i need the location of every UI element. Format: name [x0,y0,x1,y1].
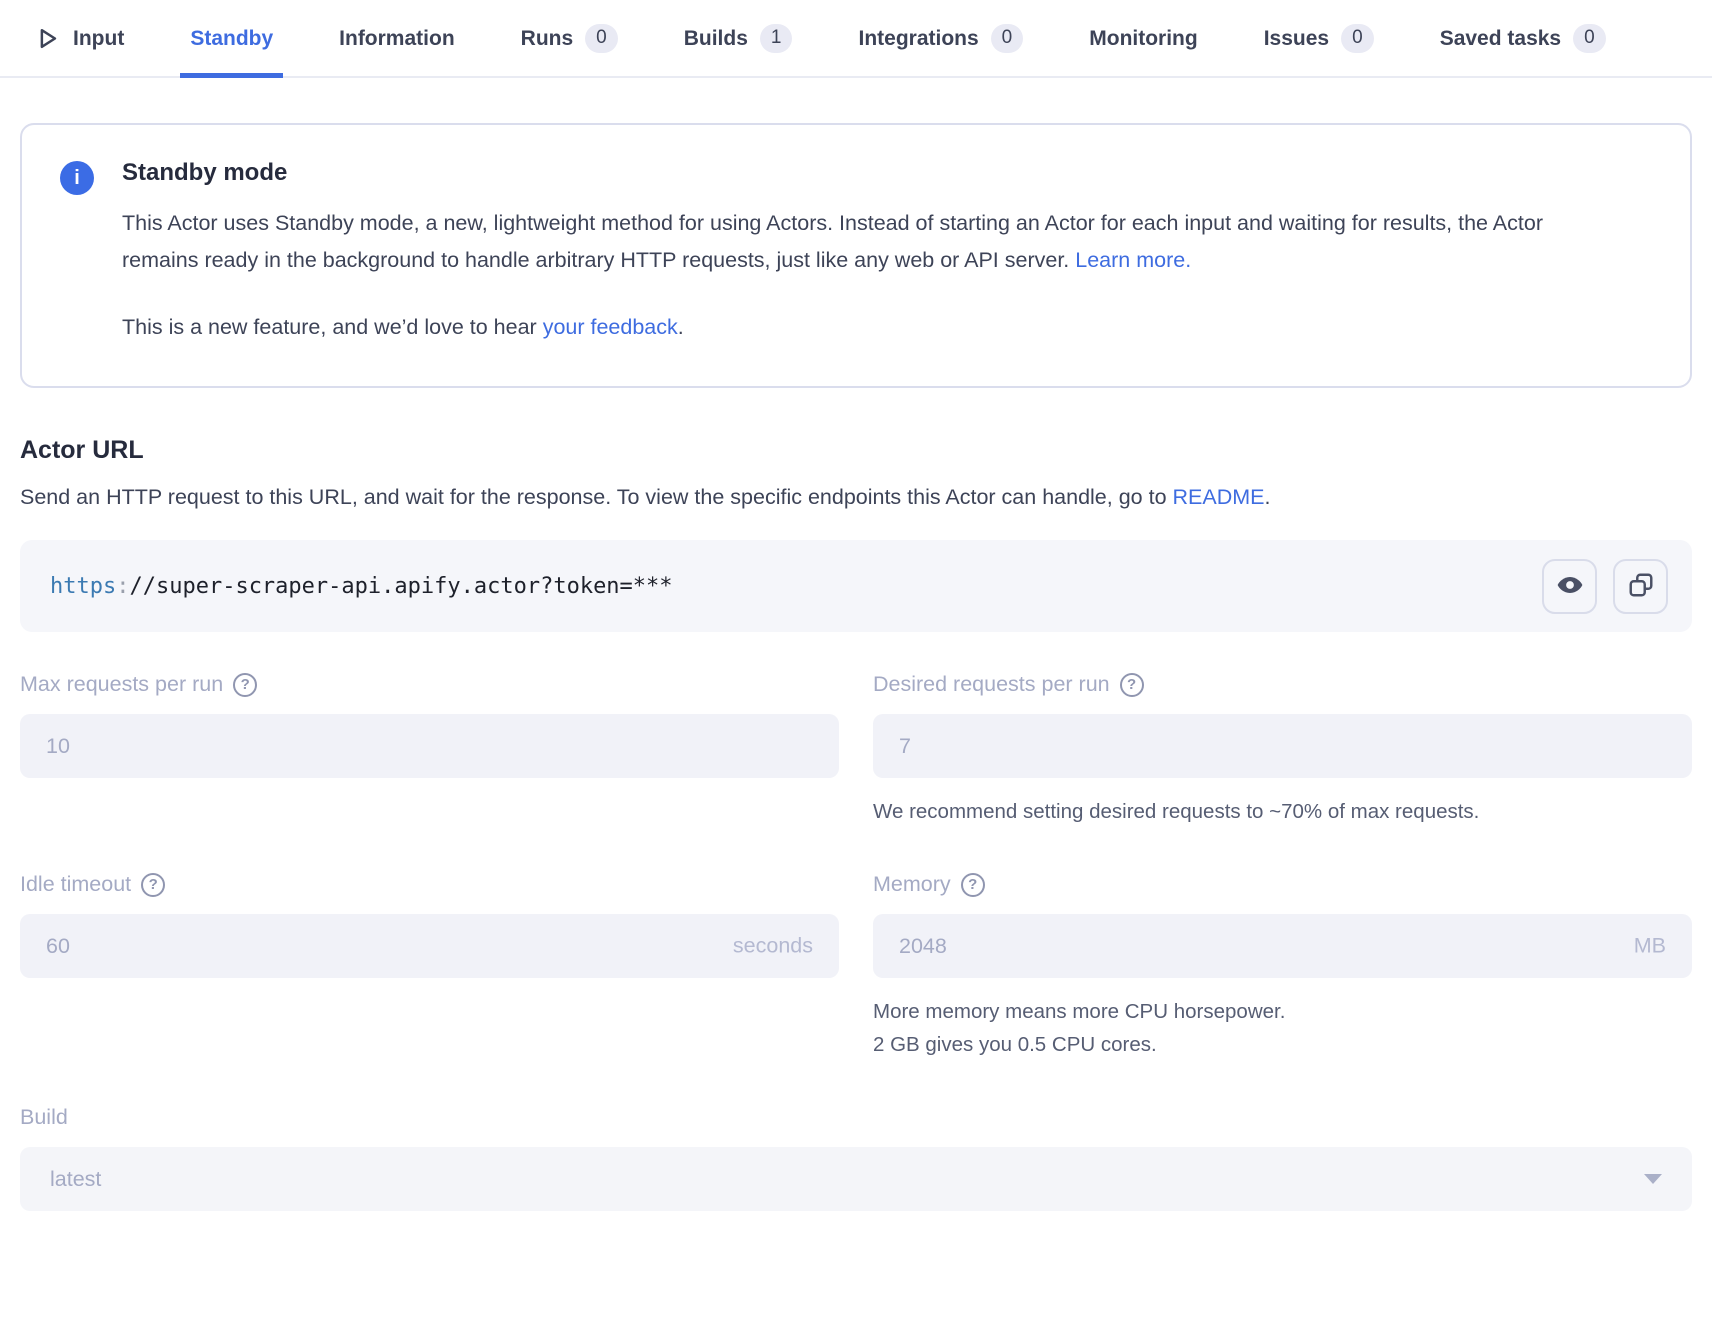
actor-url-description-text: Send an HTTP request to this URL, and wa… [20,485,1167,509]
tab-label: Saved tasks [1440,27,1561,51]
notice-paragraph-1: This Actor uses Standby mode, a new, lig… [122,205,1602,279]
tab-issues[interactable]: Issues 0 [1254,0,1384,78]
tab-integrations[interactable]: Integrations 0 [848,0,1033,78]
url-colon: : [116,574,129,599]
chevron-down-icon [1644,1174,1662,1184]
tab-label: Monitoring [1089,27,1197,51]
actor-url-value: https://super-scraper-api.apify.actor?to… [50,574,673,599]
actor-url-section: Actor URL Send an HTTP request to this U… [20,436,1692,632]
tab-label: Builds [684,27,748,51]
memory-field-group: Memory ? MB More memory means more CPU h… [873,872,1692,1061]
desired-requests-help: We recommend setting desired requests to… [873,795,1692,828]
memory-input[interactable] [873,914,1692,978]
memory-help-line-2: 2 GB gives you 0.5 CPU cores. [873,1028,1692,1061]
build-selected-value: latest [50,1167,101,1192]
tab-runs[interactable]: Runs 0 [511,0,628,78]
copy-icon [1627,571,1655,602]
memory-help-line-1: More memory means more CPU horsepower. [873,995,1692,1028]
notice-body-text: This Actor uses Standby mode, a new, lig… [122,211,1543,272]
tab-input[interactable]: Input [24,0,134,78]
max-requests-field-group: Max requests per run ? [20,672,839,828]
copy-url-button[interactable] [1613,559,1668,614]
question-icon[interactable]: ? [1120,673,1144,697]
memory-label: Memory ? [873,872,1692,897]
readme-link[interactable]: README [1173,485,1265,509]
info-icon: i [60,161,94,195]
tab-label: Integrations [858,27,978,51]
runs-count-badge: 0 [585,24,618,53]
saved-tasks-count-badge: 0 [1573,24,1606,53]
build-select[interactable]: latest [20,1147,1692,1211]
desired-requests-field-group: Desired requests per run ? We recommend … [873,672,1692,828]
memory-label-text: Memory [873,872,951,897]
tab-label: Issues [1264,27,1329,51]
idle-timeout-label-text: Idle timeout [20,872,131,897]
url-scheme: https [50,574,116,599]
reveal-token-button[interactable] [1542,559,1597,614]
tab-label: Information [339,27,455,51]
question-icon[interactable]: ? [961,873,985,897]
idle-timeout-field-group: Idle timeout ? seconds [20,872,839,1061]
url-path: //super-scraper-api.apify.actor?token=**… [129,574,672,599]
idle-timeout-input[interactable] [20,914,839,978]
builds-count-badge: 1 [760,24,793,53]
notice-title: Standby mode [122,159,1630,187]
question-icon[interactable]: ? [141,873,165,897]
play-icon [34,25,61,52]
standby-settings-form: Max requests per run ? Desired requests … [20,672,1692,1061]
max-requests-label: Max requests per run ? [20,672,839,697]
tab-label: Runs [521,27,574,51]
integrations-count-badge: 0 [991,24,1024,53]
tab-standby[interactable]: Standby [180,0,283,78]
tab-saved-tasks[interactable]: Saved tasks 0 [1430,0,1616,78]
actor-tab-bar: Input Standby Information Runs 0 Builds … [0,0,1712,78]
memory-help: More memory means more CPU horsepower. 2… [873,995,1692,1061]
build-label-text: Build [20,1105,68,1130]
tab-information[interactable]: Information [329,0,465,78]
issues-count-badge: 0 [1341,24,1374,53]
notice-period: . [678,315,684,339]
desired-requests-label: Desired requests per run ? [873,672,1692,697]
learn-more-link[interactable]: Learn more. [1075,248,1191,272]
feedback-link[interactable]: your feedback [543,315,678,339]
actor-url-field: https://super-scraper-api.apify.actor?to… [20,540,1692,632]
tab-label: Input [73,27,124,51]
readme-period: . [1265,485,1271,509]
build-label: Build [20,1105,1692,1130]
tab-builds[interactable]: Builds 1 [674,0,803,78]
question-icon[interactable]: ? [233,673,257,697]
actor-url-description: Send an HTTP request to this URL, and wa… [20,479,1615,516]
standby-mode-notice: i Standby mode This Actor uses Standby m… [20,123,1692,388]
desired-requests-input[interactable] [873,714,1692,778]
actor-url-heading: Actor URL [20,436,1692,465]
max-requests-label-text: Max requests per run [20,672,223,697]
notice-paragraph-2: This is a new feature, and we’d love to … [122,309,1602,346]
max-requests-input[interactable] [20,714,839,778]
tab-label: Standby [190,27,273,51]
tab-monitoring[interactable]: Monitoring [1079,0,1207,78]
eye-icon [1555,570,1585,603]
url-action-buttons [1542,559,1668,614]
notice-feedback-text: This is a new feature, and we’d love to … [122,315,537,339]
desired-requests-label-text: Desired requests per run [873,672,1110,697]
build-field-group: Build latest [20,1105,1692,1211]
idle-timeout-label: Idle timeout ? [20,872,839,897]
